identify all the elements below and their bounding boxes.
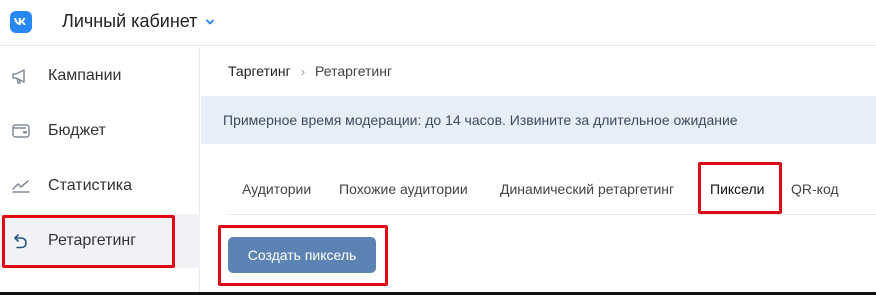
tab-pixels[interactable]: Пиксели <box>710 181 764 197</box>
breadcrumb: Таргетинг › Ретаргетинг <box>228 63 392 79</box>
breadcrumb-current: Ретаргетинг <box>315 63 393 79</box>
breadcrumb-targeting[interactable]: Таргетинг <box>228 63 291 79</box>
retarget-arrow-icon <box>10 230 32 252</box>
create-pixel-button[interactable]: Создать пиксель <box>228 237 376 273</box>
sidebar-item-retargeting[interactable]: Ретаргетинг <box>0 214 200 268</box>
breadcrumb-separator: › <box>300 63 306 79</box>
tab-lookalike-audiences[interactable]: Похожие аудитории <box>339 181 468 197</box>
megaphone-icon <box>10 65 32 87</box>
sidebar-item-label: Ретаргетинг <box>48 232 137 249</box>
chart-line-icon <box>10 175 32 197</box>
vk-logo-icon[interactable] <box>10 11 32 33</box>
sidebar-item-statistics[interactable]: Статистика <box>0 159 200 213</box>
wallet-icon <box>10 120 32 142</box>
tab-qr-code[interactable]: QR-код <box>791 181 839 197</box>
notice-text: Примерное время модерации: до 14 часов. … <box>223 112 738 128</box>
tab-dynamic-retargeting[interactable]: Динамический ретаргетинг <box>500 181 674 197</box>
vk-logo-glyph <box>14 18 26 25</box>
cabinet-menu[interactable]: Личный кабинет <box>62 11 216 32</box>
sidebar-item-label: Бюджет <box>48 122 106 139</box>
sidebar-item-label: Статистика <box>48 177 133 194</box>
top-bar: Личный кабинет <box>0 0 876 46</box>
sidebar-item-label: Кампании <box>48 67 122 84</box>
tabs: Аудитории Похожие аудитории Динамический… <box>228 173 876 215</box>
sidebar: Кампании Бюджет Статистика Ретаргетинг <box>0 47 200 295</box>
app-title: Личный кабинет <box>62 11 198 31</box>
moderation-notice: Примерное время модерации: до 14 часов. … <box>201 96 876 144</box>
sidebar-item-budget[interactable]: Бюджет <box>0 104 200 158</box>
sidebar-item-campaigns[interactable]: Кампании <box>0 49 200 103</box>
chevron-down-icon <box>206 19 215 24</box>
tab-audiences[interactable]: Аудитории <box>242 181 311 197</box>
